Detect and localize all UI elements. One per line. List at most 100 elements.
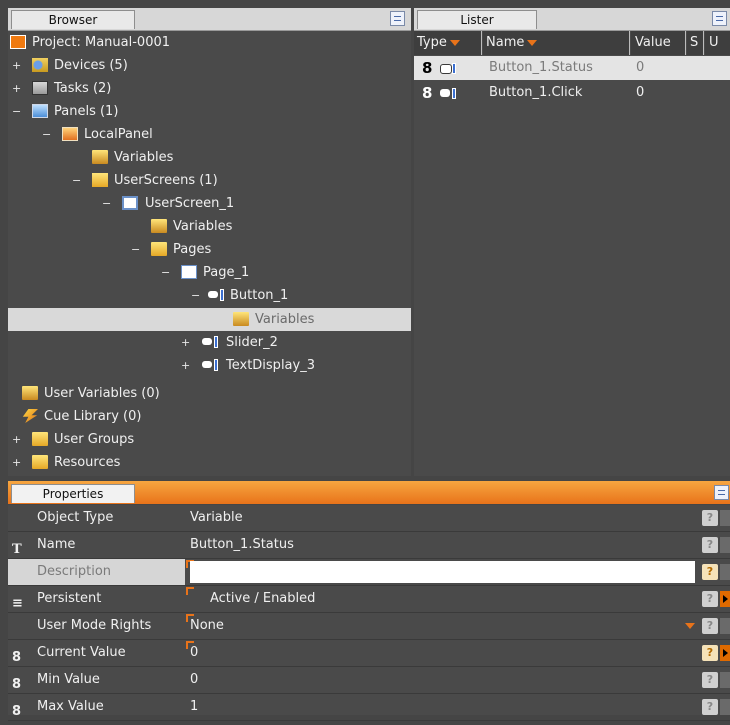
property-row-description[interactable]: Description ? (8, 559, 730, 586)
tree-item-userscreen-1[interactable]: − UserScreen_1 (8, 192, 411, 215)
expand-icon[interactable]: + (12, 434, 21, 445)
column-header-value[interactable]: Value (631, 31, 686, 55)
tree-item-user-variables[interactable]: User Variables (0) (8, 382, 411, 405)
help-button[interactable]: ? (702, 645, 718, 661)
action-button[interactable] (720, 510, 730, 526)
tree-item-cue-library[interactable]: Cue Library (0) (8, 405, 411, 428)
user-mode-rights-select[interactable]: None (190, 613, 695, 639)
tree-item-variables[interactable]: Variables (8, 215, 411, 238)
property-name: Object Type (8, 505, 185, 531)
tree-item-button-1[interactable]: − Button_1 (8, 284, 411, 307)
action-button[interactable] (720, 672, 730, 688)
browser-tab[interactable]: Browser (11, 10, 135, 29)
tree-item-project[interactable]: Project: Manual-0001 (8, 31, 411, 54)
tree-item-pages[interactable]: − Pages (8, 238, 411, 261)
tree-item-label: Pages (173, 242, 212, 257)
help-button[interactable]: ? (702, 510, 718, 526)
column-header-s[interactable]: S (687, 31, 704, 55)
help-button[interactable]: ? (702, 672, 718, 688)
property-name: 8 Min Value (8, 667, 185, 693)
name-field[interactable]: Button_1.Status (190, 532, 695, 558)
max-value-field[interactable]: 1 (190, 694, 695, 720)
column-header-name[interactable]: Name (483, 31, 630, 55)
userscreen-icon (122, 196, 138, 210)
property-label: Current Value (37, 645, 126, 660)
tree-item-label: User Groups (54, 432, 135, 447)
tasks-icon (32, 81, 48, 95)
tree-item-userscreens[interactable]: − UserScreens (1) (8, 169, 411, 192)
tree-item-textdisplay-3[interactable]: + TextDisplay_3 (8, 354, 411, 377)
row-name: Button_1.Status (489, 60, 593, 75)
column-header-u[interactable]: U (705, 31, 730, 55)
tree-item-panels[interactable]: − Panels (1) (8, 100, 411, 123)
expand-icon[interactable]: + (12, 60, 21, 71)
expand-icon[interactable]: + (181, 360, 190, 371)
properties-tab[interactable]: Properties (11, 484, 135, 503)
min-value-field[interactable]: 0 (190, 667, 695, 693)
current-value-field[interactable]: 0 (190, 640, 695, 666)
tree-item-label: Page_1 (203, 265, 250, 280)
lister-tab[interactable]: Lister (417, 10, 537, 29)
help-button[interactable]: ? (702, 564, 718, 580)
tree-item-page-1[interactable]: − Page_1 (8, 261, 411, 284)
help-button[interactable]: ? (702, 537, 718, 553)
help-button[interactable]: ? (702, 618, 718, 634)
column-header-label: Name (486, 35, 525, 50)
tree-item-label: Button_1 (230, 288, 289, 303)
collapse-icon[interactable]: − (42, 129, 51, 140)
description-field[interactable] (190, 561, 695, 583)
sort-arrow-icon (449, 39, 460, 46)
tree-item-label: Project: Manual-0001 (32, 35, 171, 50)
tree-item-slider-2[interactable]: + Slider_2 (8, 331, 411, 354)
persistent-toggle[interactable]: Active / Enabled (190, 586, 695, 612)
action-button[interactable] (720, 618, 730, 634)
action-button[interactable] (720, 645, 730, 661)
tree-item-tasks[interactable]: + Tasks (2) (8, 77, 411, 100)
help-button[interactable]: ? (702, 699, 718, 715)
expand-icon[interactable]: + (12, 457, 21, 468)
property-row-persistent[interactable]: ≡ Persistent Active / Enabled ? (8, 586, 730, 613)
property-value-text: 0 (190, 672, 199, 687)
tree-item-user-groups[interactable]: + User Groups (8, 428, 411, 451)
properties-menu-icon[interactable] (714, 485, 729, 500)
numeric-type-icon: 8 (422, 59, 433, 77)
collapse-icon[interactable]: − (161, 267, 170, 278)
action-button[interactable] (720, 591, 730, 607)
property-name: ≡ Persistent (8, 586, 185, 612)
lister-menu-icon[interactable] (712, 11, 727, 26)
action-button[interactable] (720, 699, 730, 715)
collapse-icon[interactable]: − (102, 198, 111, 209)
row-name: Button_1.Click (489, 85, 583, 100)
tree-item-label: Variables (255, 312, 315, 327)
property-value: Variable (190, 505, 695, 531)
property-row-user-mode-rights[interactable]: User Mode Rights None ? (8, 613, 730, 640)
property-row-max-value[interactable]: 8 Max Value 1 ? (8, 694, 730, 721)
property-row-min-value[interactable]: 8 Min Value 0 ? (8, 667, 730, 694)
slider-object-icon (202, 335, 219, 349)
tree-item-localpanel[interactable]: − LocalPanel (8, 123, 411, 146)
property-name: T Name (8, 532, 185, 558)
tree-item-devices[interactable]: + Devices (5) (8, 54, 411, 77)
tree-item-variables[interactable]: Variables (8, 146, 411, 169)
property-row-name[interactable]: T Name Button_1.Status ? (8, 532, 730, 559)
help-button[interactable]: ? (702, 591, 718, 607)
browser-menu-icon[interactable] (390, 11, 405, 26)
action-button[interactable] (720, 537, 730, 553)
tree-item-resources[interactable]: + Resources (8, 451, 411, 474)
column-header-type[interactable]: Type (414, 31, 482, 55)
tree-item-variables-selected[interactable]: Variables (8, 308, 411, 331)
chevron-down-icon[interactable] (685, 623, 695, 629)
collapse-icon[interactable]: − (12, 106, 21, 117)
expand-icon[interactable]: + (181, 337, 190, 348)
collapse-icon[interactable]: − (131, 244, 140, 255)
collapse-icon[interactable]: − (72, 175, 81, 186)
row-value: 0 (636, 60, 645, 75)
property-row-current-value[interactable]: 8 Current Value 0 ? (8, 640, 730, 667)
table-row[interactable]: 8 Button_1.Click 0 (414, 81, 730, 105)
action-button[interactable] (720, 564, 730, 580)
properties-tabbar: Properties (8, 481, 730, 504)
expand-icon[interactable]: + (12, 83, 21, 94)
folder-icon (32, 432, 48, 446)
collapse-icon[interactable]: − (191, 290, 200, 301)
table-row[interactable]: 8 Button_1.Status 0 (414, 56, 730, 80)
